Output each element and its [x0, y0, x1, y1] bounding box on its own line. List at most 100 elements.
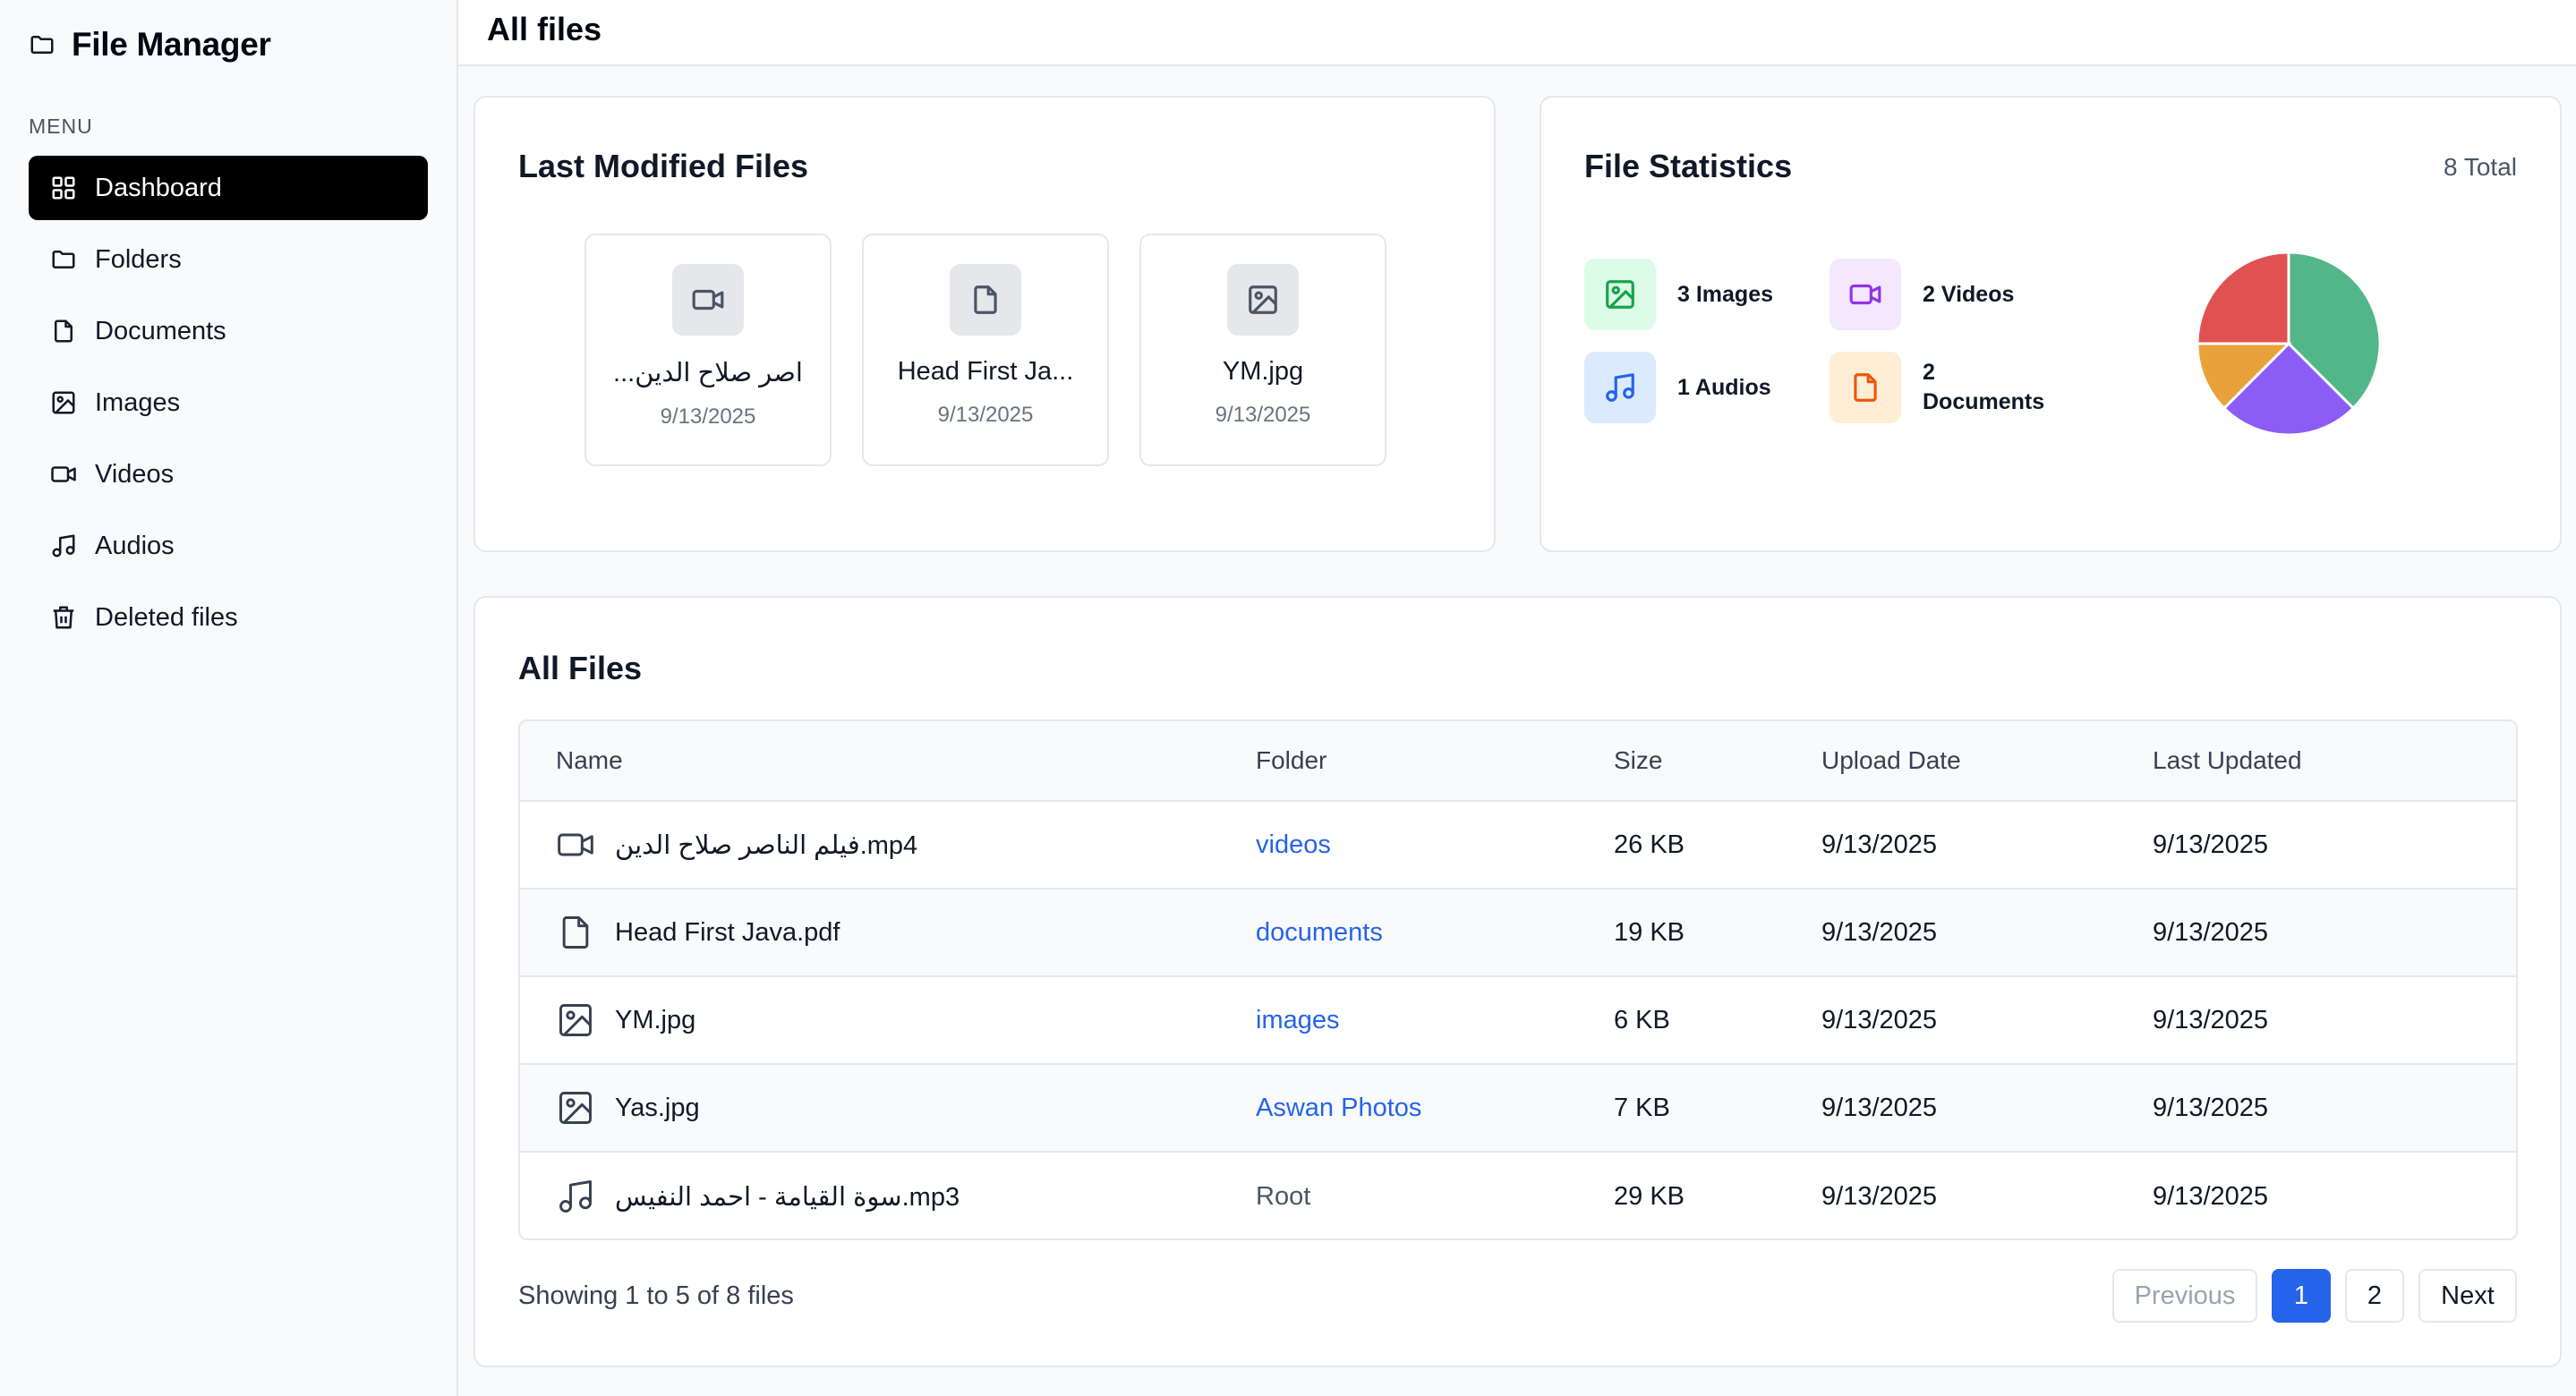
- top-header: All files: [458, 0, 2576, 66]
- folder-link[interactable]: images: [1256, 1006, 1340, 1034]
- sidebar-item-videos[interactable]: Videos: [29, 442, 428, 506]
- table-row[interactable]: YM.jpg images 6 KB 9/13/2025 9/13/2025: [520, 977, 2516, 1065]
- page-1-button[interactable]: 1: [2272, 1269, 2331, 1323]
- size-cell: 29 KB: [1614, 1181, 1685, 1211]
- last-updated-cell: 9/13/2025: [2153, 830, 2269, 859]
- folder-link[interactable]: videos: [1256, 830, 1331, 859]
- folder-icon: [52, 251, 75, 268]
- column-header-upload-date[interactable]: Upload Date: [1821, 746, 2153, 775]
- last-updated-cell: 9/13/2025: [2153, 1005, 2269, 1034]
- file-thumbnail: [950, 264, 1021, 336]
- sidebar-nav: Dashboard Folders Documents Images Video…: [29, 156, 428, 657]
- file-name: Yas.jpg: [615, 1093, 700, 1122]
- column-header-name[interactable]: Name: [520, 746, 1256, 775]
- stat-icon-box: [1584, 259, 1656, 330]
- upload-date-cell: 9/13/2025: [1821, 1005, 1938, 1034]
- sidebar-item-documents[interactable]: Documents: [29, 299, 428, 363]
- image-icon: [1249, 285, 1277, 314]
- music-icon: [1606, 373, 1634, 402]
- stat-audios: 1 Audios: [1584, 352, 1812, 423]
- page-2-button[interactable]: 2: [2345, 1269, 2404, 1323]
- document-icon: [1854, 373, 1877, 402]
- table-header: Name Folder Size Upload Date Last Update…: [520, 721, 2516, 802]
- sidebar-item-label: Dashboard: [95, 173, 222, 202]
- image-icon: [559, 1092, 592, 1124]
- last-modified-list: ...اصر صلاح الدين 9/13/2025 Head First J…: [584, 234, 1386, 466]
- upload-date-cell: 9/13/2025: [1821, 917, 1938, 947]
- sidebar-item-images[interactable]: Images: [29, 370, 428, 435]
- size-cell: 7 KB: [1614, 1093, 1670, 1122]
- size-cell: 26 KB: [1614, 830, 1685, 859]
- all-files-card: All Files Name Folder Size Upload Date L…: [473, 596, 2562, 1367]
- file-statistics-title: File Statistics: [1584, 148, 1793, 184]
- sidebar-item-label: Folders: [95, 244, 182, 274]
- folder-link[interactable]: documents: [1256, 918, 1383, 947]
- sidebar-item-folders[interactable]: Folders: [29, 227, 428, 292]
- pagination-summary: Showing 1 to 5 of 8 files: [518, 1281, 794, 1310]
- stat-label: 3 Images: [1677, 281, 1774, 307]
- stat-icon-box: [1584, 352, 1656, 423]
- grid-icon: [52, 176, 75, 200]
- folder-cell: videos: [1256, 830, 1614, 860]
- sidebar-item-deleted-files[interactable]: Deleted files: [29, 585, 428, 650]
- upload-date-cell: 9/13/2025: [1821, 830, 1938, 859]
- stat-documents: 2 Documents: [1830, 352, 2048, 423]
- document-icon: [974, 285, 997, 314]
- document-icon: [562, 916, 589, 949]
- video-icon: [558, 833, 593, 856]
- video-icon: [692, 289, 724, 311]
- music-icon: [52, 534, 75, 558]
- last-updated-cell: 9/13/2025: [2153, 1181, 2269, 1211]
- file-name: سوة القيامة - احمد النفيس.mp3: [615, 1182, 960, 1212]
- video-icon: [1849, 284, 1881, 305]
- stat-label: 2 Documents: [1923, 360, 2045, 414]
- sidebar-item-label: Audios: [95, 531, 175, 560]
- file-name: Head First Java.pdf: [615, 917, 840, 947]
- image-icon: [1606, 280, 1634, 309]
- sidebar-item-dashboard[interactable]: Dashboard: [29, 156, 428, 220]
- last-modified-title: Last Modified Files: [518, 148, 809, 184]
- file-name: فيلم الناصر صلاح الدين.mp4: [615, 830, 918, 860]
- recent-file-card[interactable]: Head First Ja... 9/13/2025: [862, 234, 1109, 466]
- recent-file-name: YM.jpg: [1222, 357, 1304, 386]
- file-name-cell: Head First Java.pdf: [520, 913, 1256, 952]
- table-row[interactable]: فيلم الناصر صلاح الدين.mp4 videos 26 KB …: [520, 802, 2516, 890]
- menu-label: MENU: [29, 115, 93, 138]
- last-updated-cell: 9/13/2025: [2153, 1093, 2269, 1122]
- brand: File Manager: [29, 25, 271, 64]
- stat-label: 2 Videos: [1923, 281, 2015, 307]
- music-icon: [559, 1180, 592, 1213]
- app-title: File Manager: [72, 26, 271, 63]
- file-statistics-card: File Statistics 8 Total 3 Images 2 Video…: [1540, 96, 2562, 552]
- folder-cell: images: [1256, 1006, 1614, 1035]
- page-title: All files: [487, 11, 602, 47]
- all-files-title: All Files: [518, 650, 643, 686]
- sidebar-item-label: Deleted files: [95, 602, 238, 632]
- sidebar-item-label: Images: [95, 387, 181, 417]
- column-header-last-updated[interactable]: Last Updated: [2153, 746, 2511, 775]
- column-header-folder[interactable]: Folder: [1256, 746, 1614, 775]
- file-thumbnail: [1227, 264, 1299, 336]
- image-icon: [559, 1004, 592, 1036]
- folder-label: Root: [1256, 1181, 1311, 1211]
- column-header-size[interactable]: Size: [1614, 746, 1821, 775]
- file-name-cell: سوة القيامة - احمد النفيس.mp3: [520, 1177, 1256, 1216]
- folder-icon: [30, 36, 54, 54]
- recent-file-name: ...اصر صلاح الدين: [613, 359, 803, 387]
- folder-link[interactable]: Aswan Photos: [1256, 1094, 1421, 1122]
- table-row[interactable]: Head First Java.pdf documents 19 KB 9/13…: [520, 890, 2516, 977]
- folder-cell: Root: [1256, 1182, 1614, 1212]
- file-name-cell: Yas.jpg: [520, 1088, 1256, 1128]
- recent-file-name: Head First Ja...: [897, 357, 1074, 386]
- previous-page-button[interactable]: Previous: [2112, 1269, 2257, 1323]
- next-page-button[interactable]: Next: [2418, 1269, 2517, 1323]
- table-row[interactable]: Yas.jpg Aswan Photos 7 KB 9/13/2025 9/13…: [520, 1065, 2516, 1153]
- recent-file-card[interactable]: ...اصر صلاح الدين 9/13/2025: [584, 234, 832, 466]
- stat-icon-box: [1830, 259, 1901, 330]
- table-row[interactable]: سوة القيامة - احمد النفيس.mp3 Root 29 KB…: [520, 1153, 2516, 1239]
- sidebar-item-audios[interactable]: Audios: [29, 514, 428, 578]
- last-modified-card: Last Modified Files ...اصر صلاح الدين 9/…: [473, 96, 1496, 552]
- recent-file-card[interactable]: YM.jpg 9/13/2025: [1139, 234, 1386, 466]
- pagination: Previous 1 2 Next: [2112, 1269, 2517, 1323]
- folder-cell: Aswan Photos: [1256, 1094, 1614, 1123]
